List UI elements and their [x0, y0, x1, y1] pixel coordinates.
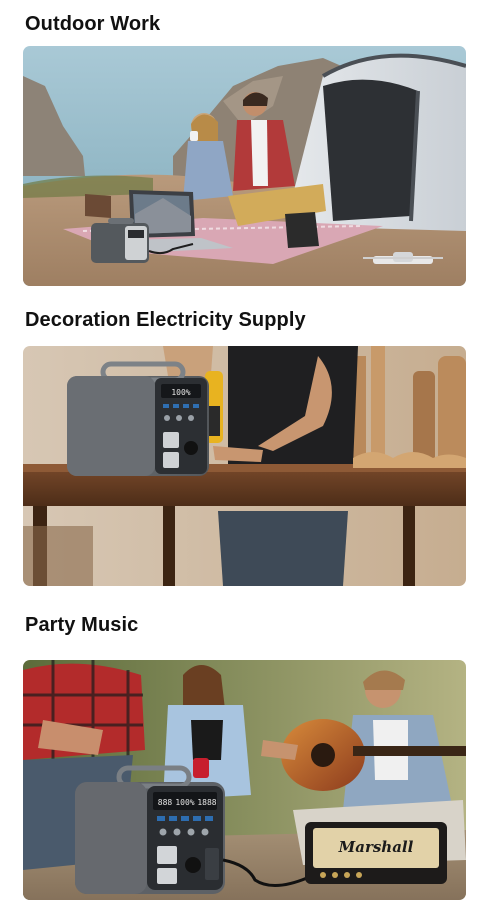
- party-music-image: 888 100% 1888 Marshall: [23, 660, 466, 900]
- speaker-brand-label: Marshall: [338, 838, 414, 856]
- section-title-party-music: Party Music: [25, 614, 139, 636]
- decoration-electricity-image: 100%: [23, 346, 466, 586]
- section-title-outdoor-work: Outdoor Work: [25, 13, 161, 35]
- device-display-right: 1888: [197, 798, 216, 807]
- section-title-decoration-electricity-supply: Decoration Electricity Supply: [25, 309, 306, 331]
- device-display-percent: 100%: [171, 388, 190, 397]
- outdoor-work-image: [23, 46, 466, 286]
- device-display-mid: 100%: [175, 798, 194, 807]
- device-display-left: 888: [158, 798, 173, 807]
